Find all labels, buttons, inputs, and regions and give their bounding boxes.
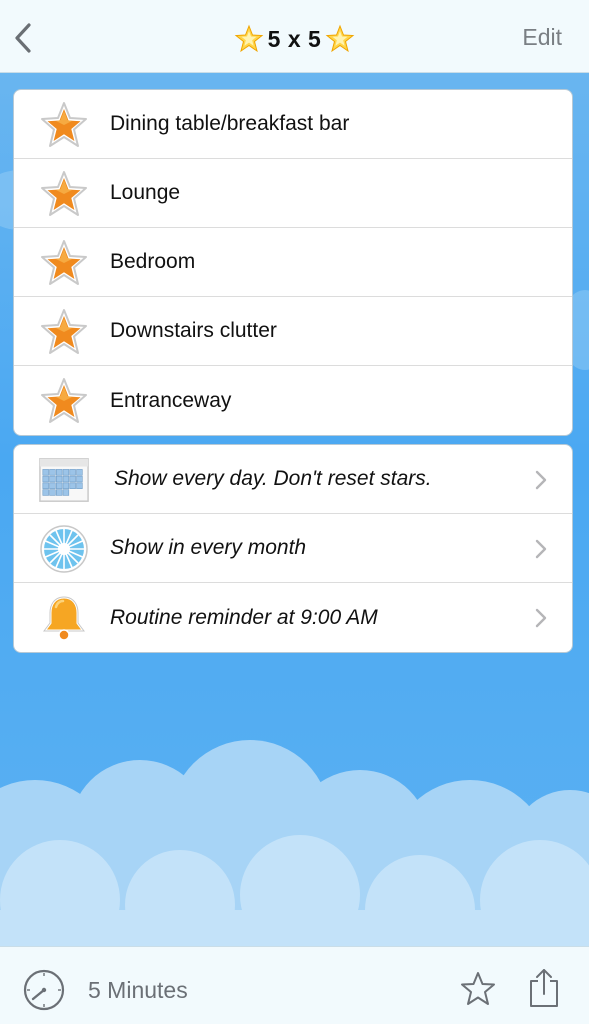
month-setting-row[interactable]: Show in every month [14,514,572,583]
edit-button[interactable]: Edit [522,24,562,51]
reminder-setting-label: Routine reminder at 9:00 AM [110,605,378,629]
bottom-toolbar: 5 Minutes [0,946,589,1024]
routine-items-list: Dining table/breakfast bar Lounge Bedroo… [13,89,573,436]
item-label: Bedroom [110,250,196,273]
star-icon [38,306,90,358]
star-icon [38,375,90,427]
share-icon[interactable] [526,967,562,1009]
chevron-right-icon [535,470,547,490]
schedule-setting-row[interactable]: Show every day. Don't reset stars. [14,445,572,514]
chevron-right-icon [535,608,547,628]
timer-duration-label[interactable]: 5 Minutes [88,977,188,1004]
item-label: Downstairs clutter [110,319,277,342]
routine-settings-list: Show every day. Don't reset stars. Show … [13,444,573,653]
list-item[interactable]: Entranceway [14,366,572,435]
timer-icon[interactable] [22,968,66,1012]
item-label: Dining table/breakfast bar [110,112,350,135]
bell-icon [38,592,90,644]
chevron-right-icon [535,539,547,559]
star-icon [38,168,90,220]
calendar-icon [38,454,90,506]
glowing-star-icon [325,24,355,53]
page-title: 5 x 5 [0,22,589,56]
month-setting-label: Show in every month [110,536,307,559]
list-item[interactable]: Lounge [14,159,572,228]
item-label: Lounge [110,181,181,204]
reminder-setting-row[interactable]: Routine reminder at 9:00 AM [14,583,572,652]
list-item[interactable]: Bedroom [14,228,572,297]
month-wheel-icon [38,523,90,575]
star-outline-icon[interactable] [460,971,496,1007]
star-icon [38,237,90,289]
list-item[interactable]: Downstairs clutter [14,297,572,366]
schedule-setting-label: Show every day. Don't reset stars. [114,467,432,490]
star-icon [38,99,90,151]
item-label: Entranceway [110,388,232,412]
glowing-star-icon [234,24,264,53]
page-title-text: 5 x 5 [267,25,322,52]
navigation-bar: 5 x 5 Edit [0,0,589,73]
list-item[interactable]: Dining table/breakfast bar [14,90,572,159]
